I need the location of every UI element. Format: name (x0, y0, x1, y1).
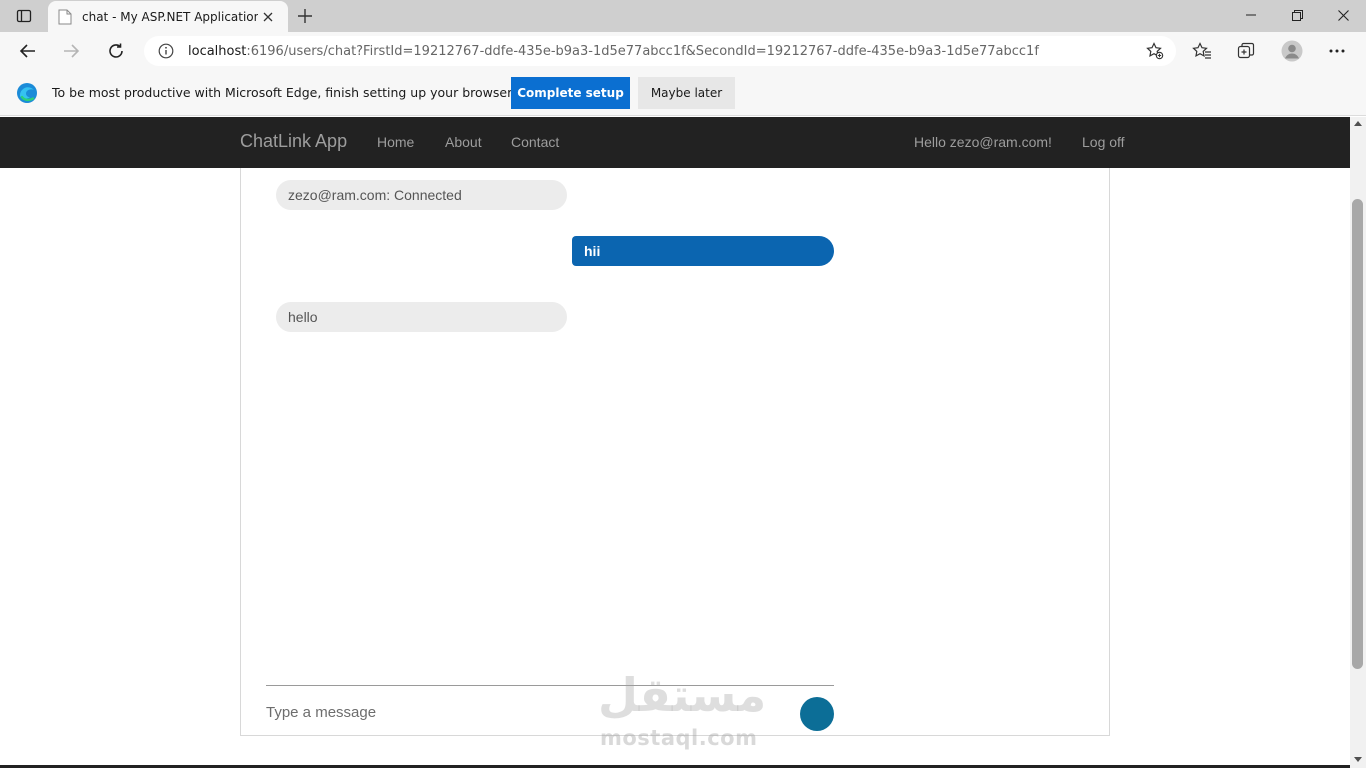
message-incoming: hello (276, 302, 567, 332)
watermark-arabic: مستقل (598, 668, 767, 722)
add-favorite-icon[interactable] (1146, 42, 1164, 65)
new-tab-button[interactable] (292, 4, 318, 28)
scrollbar-thumb[interactable] (1352, 199, 1363, 669)
profile-avatar[interactable] (1277, 36, 1307, 66)
collections-icon[interactable] (1231, 36, 1261, 66)
more-options-icon[interactable] (1322, 36, 1352, 66)
tab-title: chat - My ASP.NET Application (82, 9, 258, 24)
site-info-icon[interactable] (158, 43, 174, 59)
message-incoming: zezo@ram.com: Connected (276, 180, 567, 210)
nav-link-about[interactable]: About (445, 134, 482, 150)
url-path: :6196/users/chat?FirstId=19212767-ddfe-4… (246, 43, 1039, 59)
log-off-link[interactable]: Log off (1082, 134, 1125, 150)
infobar-message: To be most productive with Microsoft Edg… (52, 85, 516, 100)
url-host: localhost (188, 43, 247, 59)
back-button[interactable] (13, 36, 43, 66)
complete-setup-button[interactable]: Complete setup (511, 77, 630, 109)
brand-link[interactable]: ChatLink App (240, 131, 347, 152)
browser-tab-strip: chat - My ASP.NET Application (0, 0, 1366, 32)
page-favicon-icon (58, 9, 72, 24)
minimize-window-button[interactable] (1228, 0, 1274, 30)
nav-link-contact[interactable]: Contact (511, 134, 559, 150)
tab-actions-icon[interactable] (8, 4, 40, 28)
chat-panel: zezo@ram.com: Connected hii hello (240, 168, 1110, 736)
browser-toolbar: localhost:6196/users/chat?FirstId=192127… (0, 32, 1366, 70)
url-text[interactable]: localhost:6196/users/chat?FirstId=192127… (188, 44, 1039, 59)
address-bar[interactable]: localhost:6196/users/chat?FirstId=192127… (144, 36, 1176, 66)
site-navbar: ChatLink App Home About Contact Hello ze… (0, 117, 1350, 168)
close-window-button[interactable] (1320, 0, 1366, 30)
nav-link-home[interactable]: Home (377, 134, 414, 150)
refresh-button[interactable] (101, 36, 131, 66)
edge-logo-icon (17, 83, 37, 103)
watermark-latin: mostaql.com (600, 726, 758, 750)
favorites-icon[interactable] (1187, 36, 1217, 66)
user-greeting-link[interactable]: Hello zezo@ram.com! (914, 134, 1052, 150)
browser-tab-active[interactable]: chat - My ASP.NET Application (48, 1, 288, 32)
close-tab-icon[interactable] (258, 7, 278, 27)
restore-window-button[interactable] (1274, 0, 1320, 30)
maybe-later-button[interactable]: Maybe later (638, 77, 735, 109)
forward-button[interactable] (56, 36, 86, 66)
browser-setup-infobar: To be most productive with Microsoft Edg… (0, 70, 1366, 116)
scroll-up-arrow-icon[interactable] (1354, 121, 1362, 126)
scroll-down-arrow-icon[interactable] (1354, 757, 1362, 762)
page-scrollbar[interactable] (1350, 117, 1366, 768)
message-outgoing: hii (572, 236, 834, 266)
send-button[interactable] (800, 697, 834, 731)
